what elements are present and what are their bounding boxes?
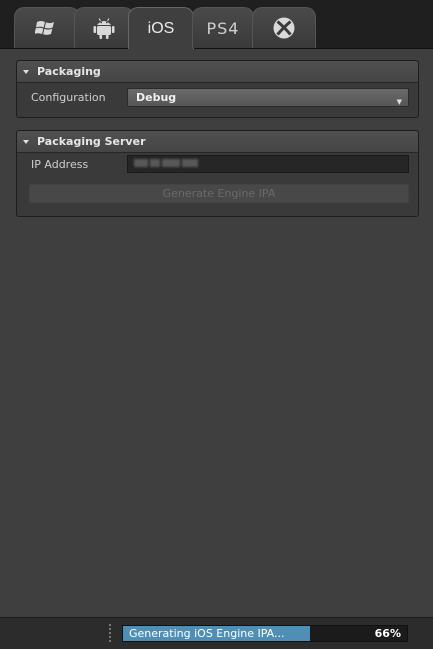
configuration-value: Debug: [136, 91, 177, 104]
resize-grip[interactable]: [109, 624, 111, 644]
tab-ios-label: iOS: [147, 19, 175, 37]
dropdown-arrow-icon: ▼: [396, 98, 402, 106]
packaging-server-header[interactable]: Packaging Server: [17, 131, 418, 153]
tab-ios[interactable]: iOS: [128, 7, 194, 49]
packaging-title: Packaging: [37, 65, 101, 78]
generate-engine-ipa-button[interactable]: Generate Engine IPA: [29, 184, 409, 203]
packaging-panel: Packaging Configuration Debug ▼: [16, 60, 419, 118]
collapse-triangle-icon: [23, 139, 29, 144]
ip-address-input[interactable]: [127, 155, 409, 173]
configuration-row: Configuration Debug ▼: [17, 83, 418, 113]
configuration-dropdown[interactable]: Debug ▼: [127, 88, 409, 107]
ip-address-row: IP Address Generate Engine IPA: [17, 153, 418, 211]
packaging-server-panel: Packaging Server IP Address Generate Eng…: [16, 130, 419, 217]
ps4-logo-icon: PS4: [206, 18, 240, 38]
platform-tab-bar: iOS PS4: [0, 0, 433, 49]
xbox-logo-icon: [273, 17, 295, 39]
packaging-server-title: Packaging Server: [37, 135, 146, 148]
progress-percent: 66%: [374, 627, 401, 640]
collapse-triangle-icon: [23, 69, 29, 74]
status-bar: Generating iOS Engine IPA... 66%: [0, 617, 433, 649]
tab-windows[interactable]: [14, 7, 80, 48]
android-icon: [93, 18, 115, 39]
tab-android[interactable]: [74, 7, 134, 48]
ip-address-label: IP Address: [31, 158, 89, 171]
progress-bar: Generating iOS Engine IPA... 66%: [122, 625, 408, 642]
packaging-header[interactable]: Packaging: [17, 61, 418, 83]
tab-ps4[interactable]: PS4: [192, 7, 254, 48]
tab-xbox[interactable]: [252, 7, 316, 48]
deployment-window: iOS PS4 Packaging Configuration Debug ▼: [0, 0, 433, 649]
progress-text: Generating iOS Engine IPA...: [129, 627, 285, 640]
windows-logo-icon: [35, 21, 54, 35]
configuration-label: Configuration: [31, 91, 106, 104]
